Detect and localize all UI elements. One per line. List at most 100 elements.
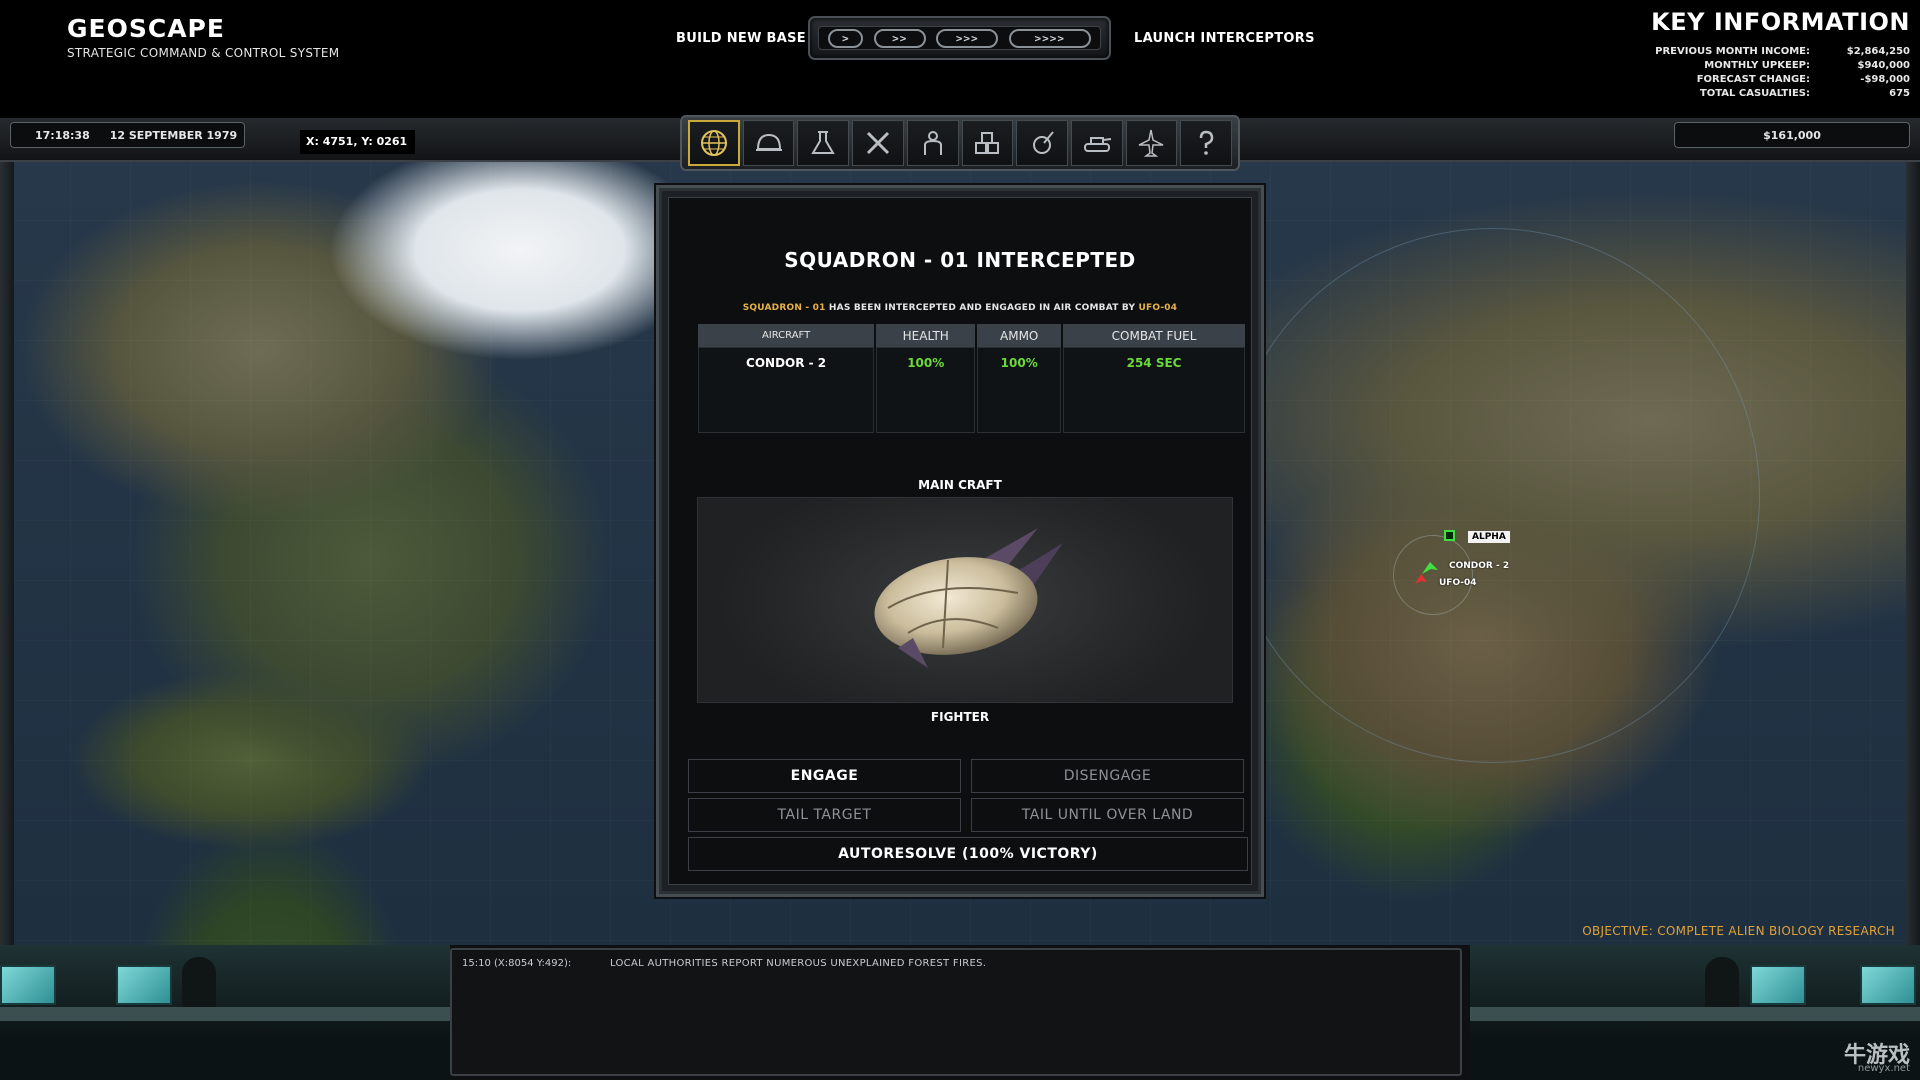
speed-1-button[interactable]: > — [828, 28, 864, 48]
console-screen — [1750, 965, 1806, 1005]
operator-figure — [1705, 957, 1739, 1012]
table-row: CONDOR - 2 100% 100% 254 SEC — [698, 347, 1245, 433]
craft-type-label: FIGHTER — [930, 710, 990, 724]
app-title: GEOSCAPE — [67, 14, 225, 43]
time-speed-track: > >> >>> >>>> — [818, 26, 1101, 50]
console-screen — [116, 965, 172, 1005]
app-subtitle: STRATEGIC COMMAND & CONTROL SYSTEM — [67, 46, 340, 60]
tools-icon — [866, 131, 889, 155]
fuel-cell: 254 SEC — [1063, 347, 1245, 433]
objective-text: OBJECTIVE: COMPLETE ALIEN BIOLOGY RESEAR… — [1582, 924, 1895, 938]
message-text: HAS BEEN INTERCEPTED AND ENGAGED IN AIR … — [825, 303, 1139, 313]
aircraft-button[interactable] — [1125, 120, 1178, 166]
left-frame-rail — [0, 125, 14, 945]
console-desk — [1470, 1007, 1920, 1021]
key-information-table: PREVIOUS MONTH INCOME: $2,864,250 MONTHL… — [1640, 46, 1910, 102]
right-frame-rail — [1906, 125, 1920, 945]
aircraft-status-table: AIRCRAFT HEALTH AMMO COMBAT FUEL CONDOR … — [696, 324, 1247, 433]
key-info-value: $2,864,250 — [1846, 46, 1910, 57]
key-info-value: -$98,000 — [1860, 74, 1910, 85]
game-date: 12 SEPTEMBER 1979 — [109, 128, 238, 142]
column-header-fuel: COMBAT FUEL — [1063, 324, 1245, 347]
cursor-coordinates: X: 4751, Y: 0261 — [300, 130, 415, 154]
storage-icon — [975, 132, 1000, 154]
console-desk — [0, 1007, 450, 1021]
ammo-cell: 100% — [977, 347, 1062, 433]
ufopaedia-button[interactable] — [1016, 120, 1068, 166]
tail-until-over-land-button[interactable]: TAIL UNTIL OVER LAND — [971, 798, 1244, 832]
date-time-display: 17:18:38 12 SEPTEMBER 1979 — [10, 122, 245, 148]
jet-icon — [1139, 129, 1164, 157]
satellite-icon — [1033, 131, 1054, 154]
speed-4-button[interactable]: >>>> — [1008, 28, 1091, 48]
ufo-marker-icon[interactable] — [1413, 572, 1429, 586]
health-cell: 100% — [876, 347, 976, 433]
research-button[interactable] — [797, 120, 850, 166]
operator-figure — [182, 957, 216, 1012]
speed-2-button[interactable]: >> — [873, 28, 926, 48]
ufo-fighter-image — [874, 528, 1063, 668]
dialog-body: SQUADRON - 01 INTERCEPTED SQUADRON - 01 … — [668, 197, 1252, 885]
build-new-base-button[interactable]: BUILD NEW BASE — [676, 31, 806, 46]
ufo-map-label: UFO-04 — [1439, 578, 1477, 588]
autoresolve-button[interactable]: AUTORESOLVE (100% VICTORY) — [688, 837, 1248, 871]
key-info-label: TOTAL CASUALTIES: — [1699, 88, 1810, 99]
column-header-ammo: AMMO — [977, 324, 1062, 347]
aircraft-name-cell: CONDOR - 2 — [698, 347, 875, 433]
key-info-row: MONTHLY UPKEEP: $940,000 — [1640, 60, 1910, 74]
log-timestamp: 15:10 (X:8054 Y:492): — [462, 958, 572, 969]
console-screen — [0, 965, 56, 1005]
column-header-aircraft: AIRCRAFT — [698, 324, 875, 347]
ufo-name: UFO-04 — [1138, 303, 1178, 313]
funds-display: $161,000 — [1674, 122, 1910, 148]
flask-icon — [811, 131, 835, 154]
time-speed-control: > >> >>> >>>> — [808, 16, 1111, 60]
key-info-label: MONTHLY UPKEEP: — [1704, 60, 1810, 71]
key-info-row: FORECAST CHANGE: -$98,000 — [1640, 74, 1910, 88]
squadron-name: SQUADRON - 01 — [742, 303, 826, 313]
dialog-message: SQUADRON - 01 HAS BEEN INTERCEPTED AND E… — [669, 303, 1251, 313]
globe-icon — [700, 130, 727, 156]
main-craft-label: MAIN CRAFT — [918, 478, 1002, 492]
radar-range-circle — [1225, 228, 1760, 763]
base-label[interactable]: ALPHA — [1468, 531, 1510, 543]
helmet-icon — [755, 133, 782, 151]
soldiers-button[interactable] — [906, 120, 959, 166]
vehicles-button[interactable] — [1070, 120, 1123, 166]
tail-target-button[interactable]: TAIL TARGET — [688, 798, 961, 832]
base-marker-icon[interactable] — [1444, 530, 1455, 541]
speed-3-button[interactable]: >>> — [936, 28, 999, 48]
watermark-url: newyx.net — [1857, 1063, 1910, 1074]
key-info-label: FORECAST CHANGE: — [1696, 74, 1810, 85]
interception-dialog: SQUADRON - 01 INTERCEPTED SQUADRON - 01 … — [656, 185, 1264, 897]
geoscape-button[interactable] — [687, 120, 740, 166]
console-screen — [1860, 965, 1916, 1005]
tank-icon — [1083, 137, 1111, 152]
key-info-value: 675 — [1889, 88, 1910, 99]
engineering-button[interactable] — [852, 120, 904, 166]
aircraft-map-label: CONDOR - 2 — [1449, 561, 1510, 571]
help-icon — [1199, 130, 1214, 155]
header: GEOSCAPE STRATEGIC COMMAND & CONTROL SYS… — [0, 0, 1920, 125]
key-information-title: KEY INFORMATION — [1651, 8, 1910, 36]
log-message: LOCAL AUTHORITIES REPORT NUMEROUS UNEXPL… — [610, 958, 987, 969]
disengage-button[interactable]: DISENGAGE — [971, 759, 1244, 793]
column-header-health: HEALTH — [876, 324, 976, 347]
base-button[interactable] — [742, 120, 795, 166]
launch-interceptors-button[interactable]: LAUNCH INTERCEPTORS — [1134, 31, 1315, 46]
event-log[interactable]: 15:10 (X:8054 Y:492): LOCAL AUTHORITIES … — [450, 948, 1462, 1076]
help-button[interactable] — [1180, 120, 1233, 166]
soldier-icon — [923, 131, 942, 155]
key-info-row: PREVIOUS MONTH INCOME: $2,864,250 — [1640, 46, 1910, 60]
key-info-row: TOTAL CASUALTIES: 675 — [1640, 88, 1910, 102]
engage-button[interactable]: ENGAGE — [688, 759, 961, 793]
key-info-label: PREVIOUS MONTH INCOME: — [1655, 46, 1810, 57]
key-info-value: $940,000 — [1857, 60, 1910, 71]
craft-preview — [697, 497, 1233, 703]
game-time: 17:18:38 — [35, 128, 90, 142]
main-toolbar — [680, 115, 1240, 171]
dialog-title: SQUADRON - 01 INTERCEPTED — [784, 248, 1136, 272]
table-header-row: AIRCRAFT HEALTH AMMO COMBAT FUEL — [698, 324, 1245, 347]
command-room-left-image — [0, 945, 450, 1080]
stores-button[interactable] — [961, 120, 1014, 166]
